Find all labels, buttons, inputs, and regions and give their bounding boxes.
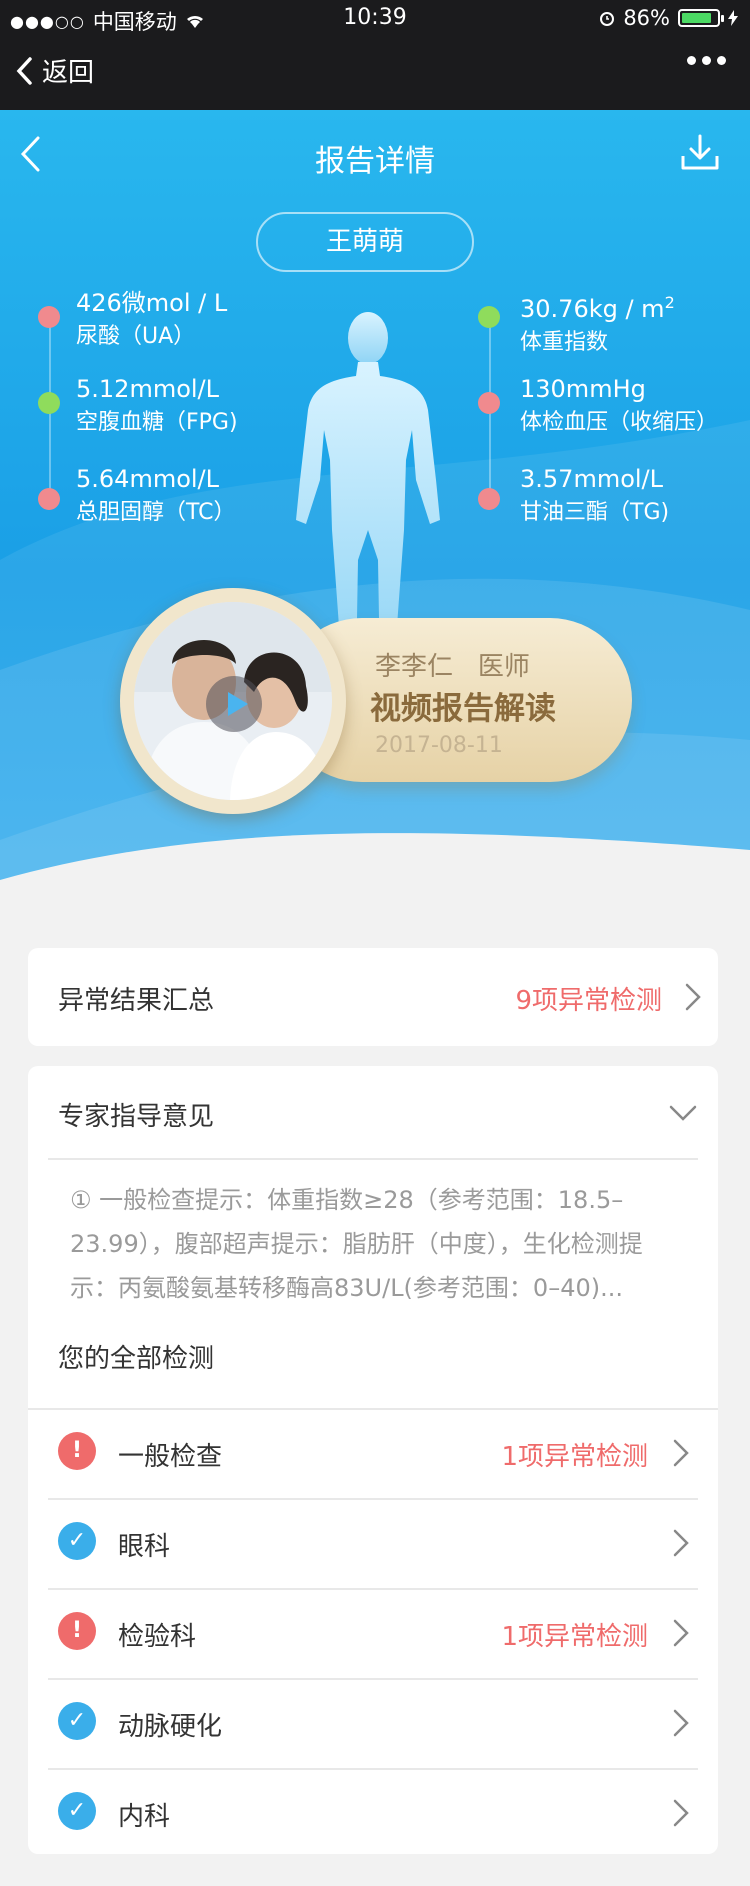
metric-value: 3.57mmol/L (520, 465, 664, 493)
chevron-right-icon (673, 1529, 689, 1557)
metric-label: 体重指数 (520, 330, 609, 355)
chevron-down-icon[interactable] (668, 1104, 698, 1122)
metric-label: 空腹血糖（FPG) (76, 410, 238, 435)
expert-advice-text: ① 一般检查提示：体重指数≥28（参考范围：18.5–23.99），腹部超声提示… (70, 1186, 643, 1302)
test-row-arteriosclerosis[interactable]: ✓ 动脉硬化 (28, 1680, 718, 1768)
more-dot (687, 56, 696, 65)
more-menu-button[interactable] (687, 56, 726, 65)
metric-tg[interactable]: 3.57mmol/L 甘油三酯（TG) (520, 462, 669, 530)
metric-status-dot (478, 488, 500, 510)
metric-status-dot (478, 392, 500, 414)
metric-value: 426微mol / L (76, 289, 228, 317)
nav-back-button[interactable]: 返回 (14, 52, 94, 89)
metric-superscript: 2 (664, 293, 675, 312)
test-label: 一般检查 (118, 1442, 223, 1472)
warning-icon: ! (58, 1432, 96, 1470)
doctor-name-line: 李李仁 医师 (375, 646, 530, 683)
metric-label: 体检血压（收缩压） (520, 410, 719, 435)
chevron-right-icon (673, 1439, 689, 1467)
abnormal-summary-row[interactable]: 异常结果汇总 9项异常检测 (28, 948, 718, 1046)
all-tests-title: 您的全部检测 (58, 1344, 215, 1374)
check-icon: ✓ (58, 1702, 96, 1740)
test-label: 内科 (118, 1802, 171, 1832)
test-label: 眼科 (118, 1532, 171, 1562)
chevron-right-icon (673, 1709, 689, 1737)
metric-value: 130mmHg (520, 375, 646, 403)
metric-label: 总胆固醇（TC） (76, 500, 236, 525)
status-bar: ●●●○○ 中国移动 10:39 86% (0, 0, 750, 38)
more-dot (702, 56, 711, 65)
chevron-right-icon (673, 1619, 689, 1647)
patient-name-pill[interactable]: 王萌萌 (256, 212, 474, 272)
more-dot (717, 56, 726, 65)
check-icon: ✓ (58, 1522, 96, 1560)
metric-label: 尿酸（UA） (76, 324, 196, 349)
metric-value: 5.12mmol/L (76, 375, 220, 403)
alarm-icon (600, 12, 615, 26)
test-row-general[interactable]: ! 一般检查 1项异常检测 (28, 1410, 718, 1498)
expert-advice-title[interactable]: 专家指导意见 (58, 1096, 214, 1133)
top-bar: ●●●○○ 中国移动 10:39 86% 返回 (0, 0, 750, 110)
test-row-eye[interactable]: ✓ 眼科 (28, 1500, 718, 1588)
check-icon: ✓ (58, 1792, 96, 1830)
charging-icon (728, 10, 738, 26)
test-label: 检验科 (118, 1622, 197, 1652)
doctor-name: 李李仁 (375, 652, 454, 682)
metric-ua[interactable]: 426微mol / L 尿酸（UA） (76, 286, 227, 354)
test-row-lab[interactable]: ! 检验科 1项异常检测 (28, 1590, 718, 1678)
summary-abnormal-count: 9项异常检测 (515, 986, 662, 1016)
metric-value: 30.76kg / m (520, 295, 665, 323)
metric-bp[interactable]: 130mmHg 体检血压（收缩压） (520, 372, 718, 440)
report-hero: 报告详情 王萌萌 426微mol / L 尿酸（UA） 5.12mmol/L 空… (0, 110, 750, 950)
play-icon[interactable] (206, 676, 262, 732)
doctor-photo (120, 588, 346, 814)
test-abnormal-count: 1项异常检测 (501, 1622, 648, 1652)
metric-bmi[interactable]: 30.76kg / m2 体重指数 (520, 286, 675, 360)
test-label: 动脉硬化 (118, 1712, 223, 1742)
divider (48, 1158, 698, 1160)
metric-label: 甘油三酯（TG) (520, 500, 670, 525)
metric-status-dot (38, 488, 60, 510)
download-icon[interactable] (680, 132, 720, 172)
report-date: 2017-08-11 (375, 733, 503, 758)
video-report-title: 视频报告解读 (370, 691, 556, 727)
report-detail-card: 专家指导意见 ① 一般检查提示：体重指数≥28（参考范围：18.5–23.99）… (28, 1066, 718, 1854)
metric-status-dot (38, 392, 60, 414)
test-abnormal-count: 1项异常检测 (501, 1442, 648, 1472)
chevron-right-icon (685, 983, 701, 1011)
doctor-video-card[interactable]: 李李仁 医师 视频报告解读 2017-08-11 (120, 588, 632, 814)
metric-status-dot (478, 306, 500, 328)
chevron-right-icon (673, 1799, 689, 1827)
warning-icon: ! (58, 1612, 96, 1650)
nav-back-label: 返回 (42, 58, 95, 88)
battery-icon (678, 9, 724, 27)
metric-tc[interactable]: 5.64mmol/L 总胆固醇（TC） (76, 462, 236, 530)
battery-percent: 86% (623, 6, 670, 30)
test-row-internal[interactable]: ✓ 内科 (28, 1770, 718, 1858)
summary-title: 异常结果汇总 (58, 986, 215, 1016)
metric-value: 5.64mmol/L (76, 465, 220, 493)
doctor-role: 医师 (477, 652, 530, 682)
page-title: 报告详情 (315, 144, 435, 179)
metric-status-dot (38, 306, 60, 328)
chevron-left-icon (16, 56, 32, 85)
metric-fpg[interactable]: 5.12mmol/L 空腹血糖（FPG) (76, 372, 238, 440)
